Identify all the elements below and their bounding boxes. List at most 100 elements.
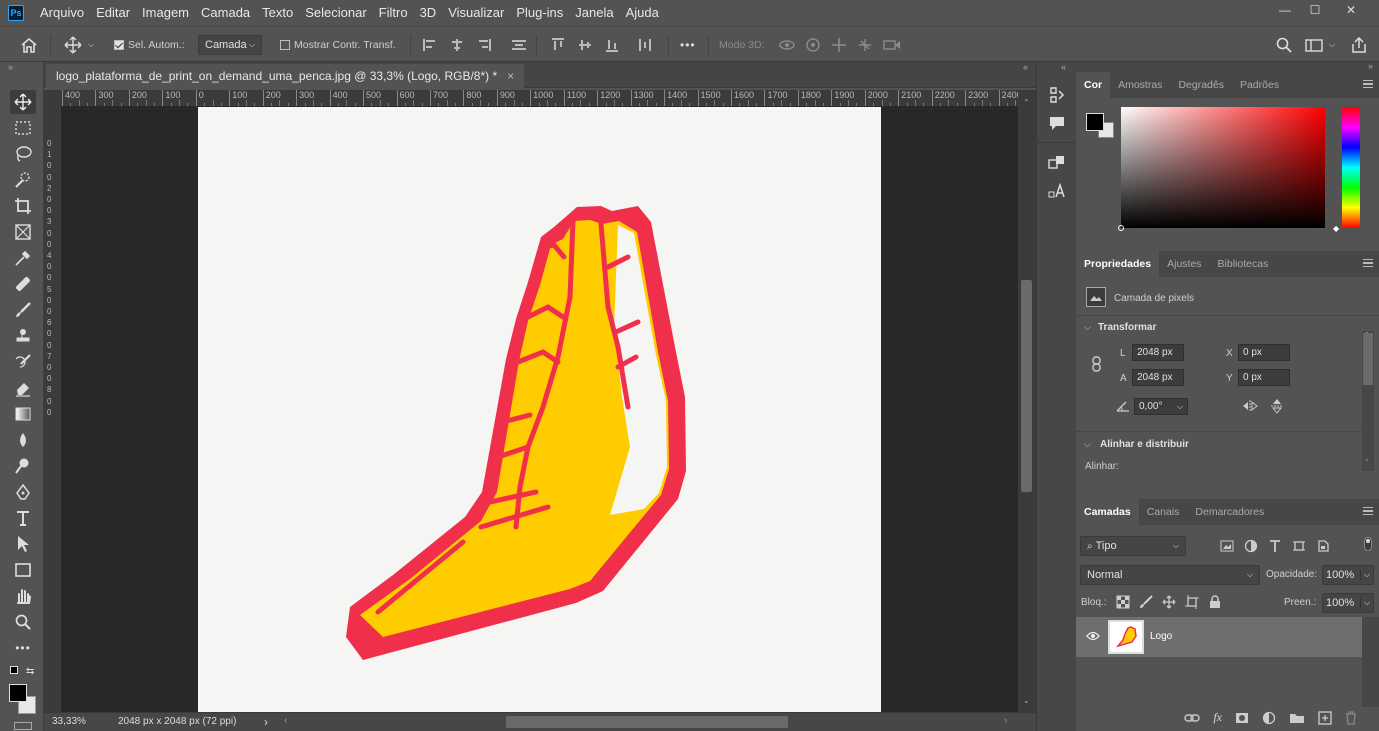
ruler-origin[interactable] [44,90,62,107]
color-field[interactable] [1118,107,1325,231]
menu-camada[interactable]: Camada [195,0,256,26]
filter-toggle[interactable] [1364,537,1372,551]
horizontal-scroll-thumb[interactable] [506,716,788,728]
collapse-strip-icon[interactable]: « [1061,62,1066,72]
align-left-icon[interactable] [422,37,438,53]
angle-field[interactable]: 0,00° ⌵ [1134,398,1188,415]
lock-transparency-icon[interactable] [1116,595,1130,609]
menu-arquivo[interactable]: Arquivo [34,0,90,26]
delete-layer-icon[interactable] [1345,710,1357,725]
clone-stamp-tool-icon[interactable] [10,324,36,348]
quick-mask-icon[interactable] [14,722,32,730]
tab-bibliotecas[interactable]: Bibliotecas [1210,251,1277,277]
marquee-tool-icon[interactable] [10,116,36,140]
scroll-left-icon[interactable]: ‹ [284,715,287,726]
history-brush-tool-icon[interactable] [10,350,36,374]
tab-padroes[interactable]: Padrões [1232,72,1287,98]
panel-menu-icon[interactable] [1363,507,1373,515]
distribute-icon[interactable] [509,37,529,53]
zoom-tool-icon[interactable] [10,610,36,634]
width-field[interactable]: 2048 px [1132,344,1184,361]
filter-shape-icon[interactable] [1292,539,1306,553]
lock-image-pixels-icon[interactable] [1139,595,1153,609]
minimize-button[interactable]: — [1270,0,1300,20]
quick-selection-tool-icon[interactable] [10,168,36,192]
panel-menu-icon[interactable] [1363,259,1373,267]
auto-select-checkbox[interactable] [114,40,124,50]
fx-icon[interactable]: fx [1213,710,1222,725]
align-bottom-icon[interactable] [604,37,620,53]
link-layers-icon[interactable] [1184,712,1201,724]
align-top-icon[interactable] [550,37,566,53]
crop-tool-icon[interactable] [10,194,36,218]
filter-smart-object-icon[interactable] [1316,539,1330,553]
tab-canais[interactable]: Canais [1139,499,1188,525]
workspace-icon[interactable]: ⌵ [1305,27,1335,63]
properties-scrollbar[interactable]: ⌃ ⌄ [1362,331,1374,471]
add-mask-icon[interactable] [1235,712,1249,724]
frame-tool-icon[interactable] [10,220,36,244]
layer-filter-dropdown[interactable]: ⌕ Tipo ⌵ [1080,536,1186,556]
type-tool-icon[interactable] [10,506,36,530]
hue-slider[interactable] [1342,107,1360,228]
menu-janela[interactable]: Janela [569,0,619,26]
auto-select-target-dropdown[interactable]: Camada ⌵ [198,35,262,55]
move-tool-icon[interactable] [10,90,36,114]
tab-degrades[interactable]: Degradês [1170,72,1232,98]
expand-panels-icon[interactable]: « [1023,62,1028,72]
menu-texto[interactable]: Texto [256,0,299,26]
hand-tool-icon[interactable] [10,584,36,608]
scroll-right-icon[interactable]: › [1004,715,1007,726]
chevron-down-icon[interactable]: ⌵ [1084,322,1091,333]
transform-section-title[interactable]: Transformar [1098,322,1156,333]
lock-position-icon[interactable] [1162,595,1176,609]
layer-name[interactable]: Logo [1150,631,1172,642]
glyphs-panel-icon[interactable] [1048,154,1066,175]
hue-slider-handle[interactable]: ◆ [1333,224,1339,233]
lasso-tool-icon[interactable] [10,142,36,166]
more-options-button[interactable]: ••• [680,27,696,63]
3d-pan-icon[interactable] [830,37,848,53]
x-field[interactable]: 0 px [1238,344,1290,361]
document-canvas[interactable] [198,107,881,712]
3d-orbit-icon[interactable] [778,37,796,53]
rectangle-tool-icon[interactable] [10,558,36,582]
menu-imagem[interactable]: Imagem [136,0,195,26]
edit-toolbar-icon[interactable]: ••• [10,636,36,660]
brush-tool-icon[interactable] [10,298,36,322]
fill-field[interactable]: 100% ⌵ [1322,593,1374,613]
menu-3d[interactable]: 3D [414,0,443,26]
layers-scrollbar[interactable] [1362,617,1379,707]
blend-mode-dropdown[interactable]: Normal ⌵ [1080,565,1260,585]
menu-ajuda[interactable]: Ajuda [620,0,665,26]
maximize-button[interactable]: ☐ [1300,0,1330,20]
eyedropper-tool-icon[interactable] [10,246,36,270]
filter-adjustment-icon[interactable] [1244,539,1258,553]
menu-editar[interactable]: Editar [90,0,136,26]
adjustment-layer-icon[interactable] [1262,711,1276,725]
canvas-vertical-scrollbar[interactable]: ⌃ ⌄ [1018,90,1036,712]
document-tab[interactable]: logo_plataforma_de_print_on_demand_uma_p… [46,64,525,88]
horizontal-ruler[interactable]: 400 300 200 100 0 100 200 300 400 500 600 700 800 900… [62,90,1018,107]
expand-panel-icon[interactable]: » [1368,61,1373,71]
new-group-icon[interactable] [1289,712,1305,724]
canvas-area[interactable] [62,107,1018,712]
tab-cor[interactable]: Cor [1076,72,1111,98]
blur-tool-icon[interactable] [10,428,36,452]
close-document-icon[interactable]: × [507,64,514,88]
flip-horizontal-icon[interactable] [1242,399,1258,416]
eye-icon[interactable] [1086,630,1100,645]
filter-type-icon[interactable] [1268,539,1282,553]
collapse-toolbar-icon[interactable]: » [8,62,13,72]
zoom-level[interactable]: 33,33% [52,716,86,727]
eraser-tool-icon[interactable] [10,376,36,400]
distribute-v-icon[interactable] [637,37,653,53]
3d-camera-icon[interactable] [882,37,902,53]
dodge-tool-icon[interactable] [10,454,36,478]
path-selection-tool-icon[interactable] [10,532,36,556]
3d-roll-icon[interactable] [804,37,822,53]
align-center-h-icon[interactable] [449,37,465,53]
gradient-tool-icon[interactable] [10,402,36,426]
foreground-color-swatch[interactable] [9,684,27,702]
lock-artboard-icon[interactable] [1185,595,1199,609]
